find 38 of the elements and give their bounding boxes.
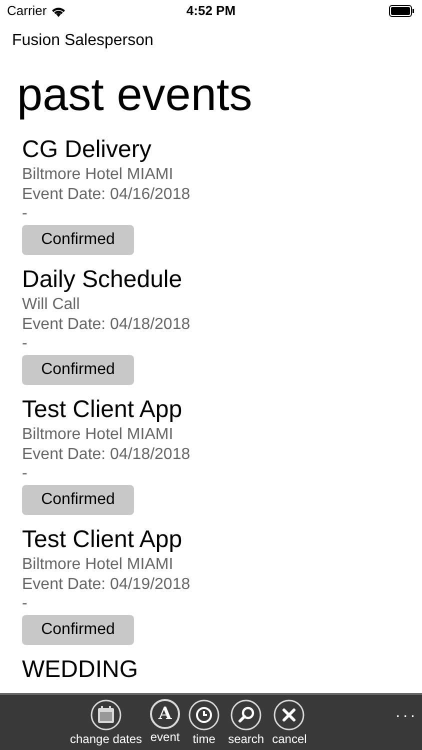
wifi-icon <box>50 6 66 16</box>
more-button[interactable]: ... <box>396 701 418 725</box>
toolbar-button[interactable]: search <box>228 699 264 746</box>
event-venue: Biltmore Hotel MIAMI <box>22 165 174 185</box>
event-date: Event Date: 04/18/2018 <box>22 315 192 335</box>
app-title: Fusion Salesperson <box>12 31 154 51</box>
event-venue: Biltmore Hotel MIAMI <box>22 555 174 575</box>
event-note: - <box>22 205 28 223</box>
carrier-label: Carrier <box>7 2 47 20</box>
event-title: WEDDING <box>22 655 139 685</box>
letter-icon: A <box>150 699 180 729</box>
calendar-icon <box>90 699 122 731</box>
event-date: Event Date: 04/18/2018 <box>22 445 192 465</box>
event-title: CG Delivery <box>22 135 152 165</box>
event-title: Test Client App <box>22 525 184 555</box>
search-icon <box>230 699 262 731</box>
event-title: Test Client App <box>22 395 184 425</box>
event-date: Event Date: 04/19/2018 <box>22 575 192 595</box>
event-title: Daily Schedule <box>22 265 184 295</box>
status-button[interactable]: Confirmed <box>22 615 134 645</box>
clock-icon <box>188 699 220 731</box>
toolbar-button[interactable]: cancel <box>272 699 307 746</box>
event-note: - <box>22 465 28 483</box>
event-venue: Biltmore Hotel MIAMI <box>22 425 174 445</box>
status-button[interactable]: Confirmed <box>22 225 134 255</box>
event-note: - <box>22 335 28 353</box>
battery-icon <box>388 5 415 17</box>
event-note: - <box>22 595 28 613</box>
toolbar-button[interactable]: time <box>188 699 220 746</box>
clock-time: 4:52 PM <box>186 2 236 20</box>
event-venue: Will Call <box>22 295 81 315</box>
page-heading: past events <box>17 67 254 121</box>
status-button[interactable]: Confirmed <box>22 485 134 515</box>
toolbar-button[interactable]: A event <box>150 699 180 744</box>
close-icon <box>273 699 306 731</box>
status-button[interactable]: Confirmed <box>22 355 134 385</box>
toolbar-button[interactable]: change dates <box>70 699 142 746</box>
event-date: Event Date: 04/16/2018 <box>22 185 192 205</box>
